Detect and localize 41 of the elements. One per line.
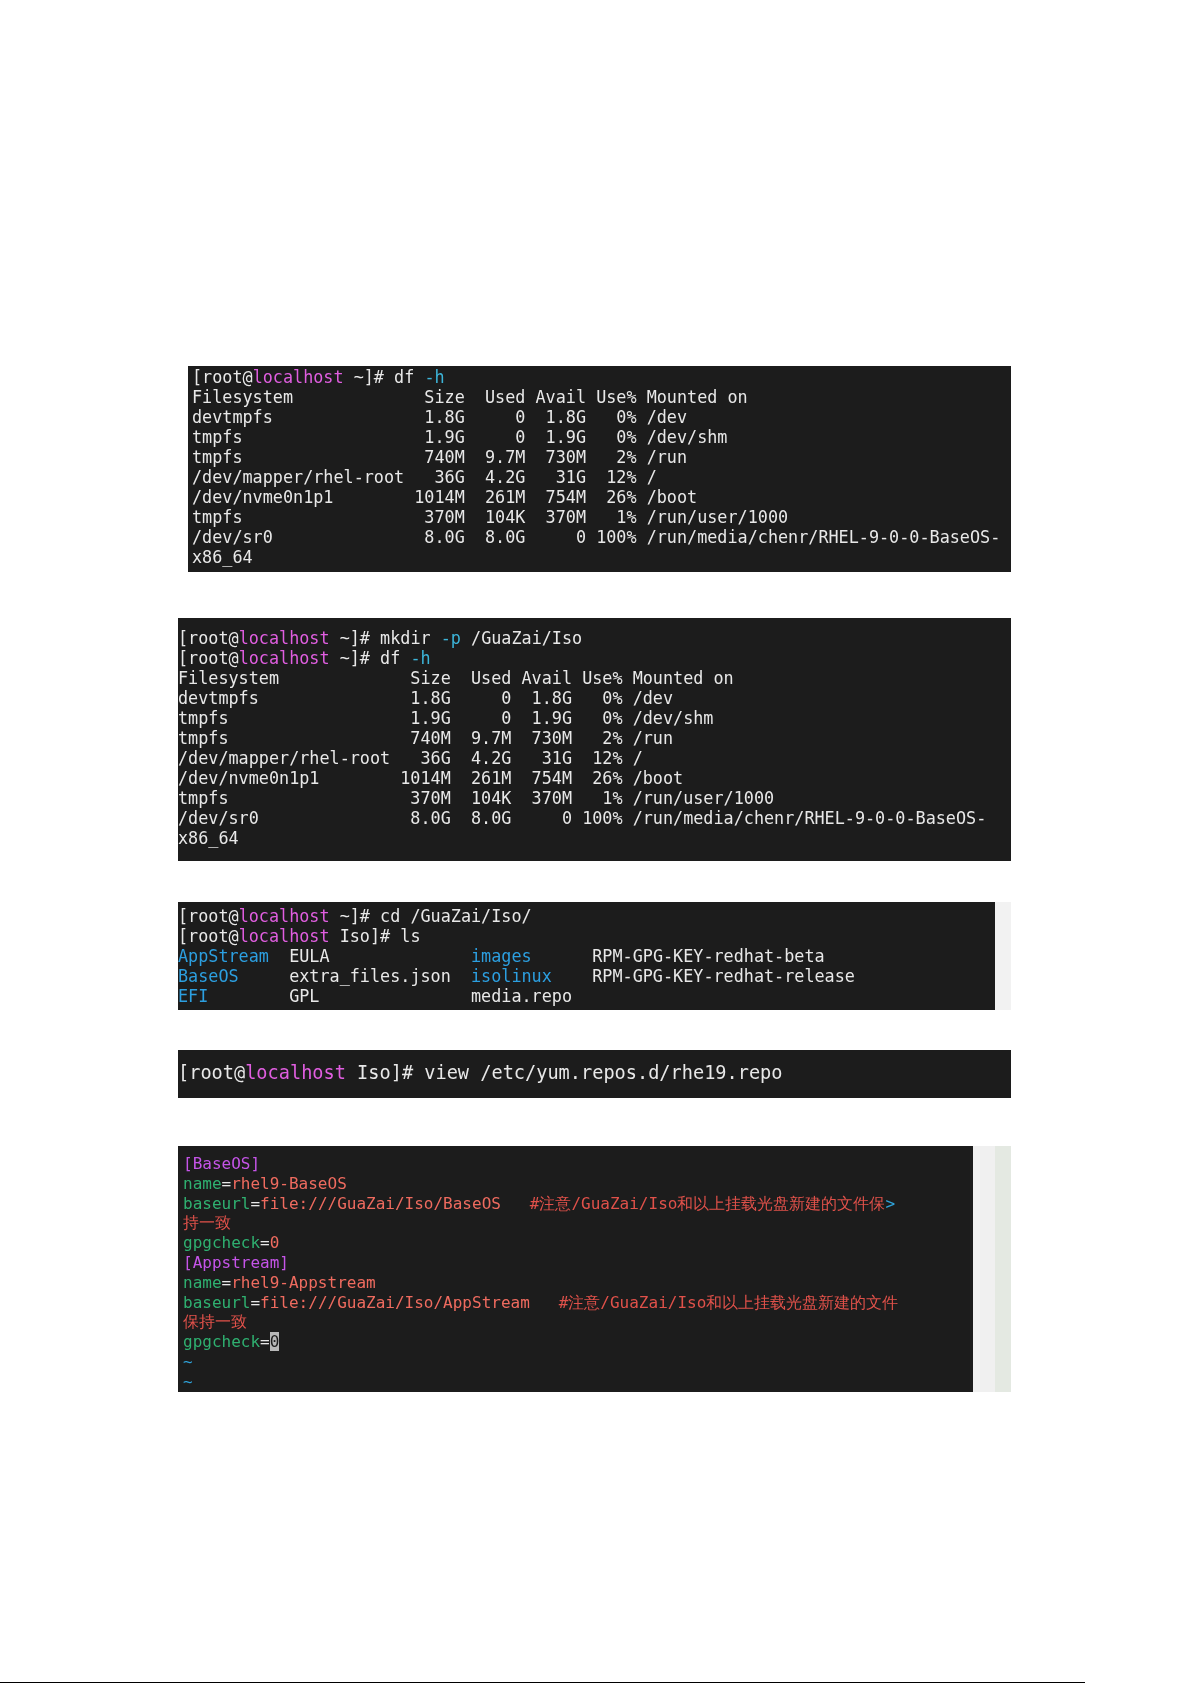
terminal-line: tmpfs 370M 104K 370M 1% /run/user/1000 [178, 788, 776, 808]
terminal-line: baseurl=file:///GuaZai/Iso/BaseOS #注意/GuaZai/Iso和以上挂载光盘新建的文件保> [183, 1193, 897, 1214]
terminal-line: tmpfs 740M 9.7M 730M 2% /run [192, 447, 689, 467]
terminal-line: [root@localhost ~]# df -h [192, 367, 446, 387]
scrollbar[interactable] [995, 902, 1011, 1010]
terminal-line: gpgcheck=0 [183, 1233, 281, 1253]
terminal-line: x86_64 [192, 547, 254, 567]
terminal-line: devtmpfs 1.8G 0 1.8G 0% /dev [192, 407, 689, 427]
terminal-line: tmpfs 740M 9.7M 730M 2% /run [178, 728, 675, 748]
terminal-line: [root@localhost ~]# mkdir -p /GuaZai/Iso [178, 628, 584, 648]
terminal-line: 保持一致 [183, 1312, 248, 1333]
terminal-line: 持一致 [183, 1213, 232, 1234]
terminal-line: ~ [183, 1371, 194, 1392]
terminal-line: gpgcheck=0 [183, 1332, 281, 1352]
terminal-line: [Appstream] [183, 1253, 290, 1273]
terminal-line: [BaseOS] [183, 1154, 262, 1174]
terminal-line: name=rhel9-BaseOS [183, 1173, 348, 1194]
terminal-line: name=rhel9-Appstream [183, 1272, 377, 1293]
terminal-line: tmpfs 1.9G 0 1.9G 0% /dev/shm [192, 427, 729, 447]
terminal-line: ~ [183, 1351, 194, 1372]
terminal-line: tmpfs 370M 104K 370M 1% /run/user/1000 [192, 507, 790, 527]
terminal-line: AppStream EULA images RPM-GPG-KEY-redhat-beta [178, 946, 826, 966]
terminal-line: /dev/nvme0n1p1 1014M 261M 754M 26% /boot [192, 487, 699, 507]
scrollbar[interactable] [973, 1146, 1011, 1392]
terminal-line: devtmpfs 1.8G 0 1.8G 0% /dev [178, 688, 675, 708]
terminal-line: [root@localhost Iso]# ls [178, 926, 422, 946]
terminal-line: x86_64 [178, 828, 240, 848]
terminal-line: /dev/mapper/rhel-root 36G 4.2G 31G 12% / [192, 467, 658, 487]
terminal-line: Filesystem Size Used Avail Use% Mounted on [178, 668, 735, 688]
terminal-line: [root@localhost ~]# cd /GuaZai/Iso/ [178, 906, 533, 926]
terminal-line: [root@localhost Iso]# view /etc/yum.repos.d/rhe19.repo [178, 1061, 784, 1085]
terminal-line: /dev/nvme0n1p1 1014M 261M 754M 26% /boot [178, 768, 685, 788]
terminal-line: /dev/sr0 8.0G 8.0G 0 100% /run/media/chenr/RHEL-9-0-0-BaseOS- [192, 527, 1002, 547]
terminal-line: baseurl=file:///GuaZai/Iso/AppStream #注意/GuaZai/Iso和以上挂载光盘新建的文件 [183, 1292, 900, 1313]
terminal-line: Filesystem Size Used Avail Use% Mounted on [192, 387, 749, 407]
terminal-line: /dev/mapper/rhel-root 36G 4.2G 31G 12% / [178, 748, 644, 768]
terminal-line: /dev/sr0 8.0G 8.0G 0 100% /run/media/chenr/RHEL-9-0-0-BaseOS- [178, 808, 988, 828]
terminal-line: tmpfs 1.9G 0 1.9G 0% /dev/shm [178, 708, 715, 728]
terminal-line: [root@localhost ~]# df -h [178, 648, 432, 668]
terminal-line: BaseOS extra_files.json isolinux RPM-GPG-KEY-redhat-release [178, 966, 856, 986]
terminal-line: EFI GPL media.repo [178, 986, 574, 1006]
